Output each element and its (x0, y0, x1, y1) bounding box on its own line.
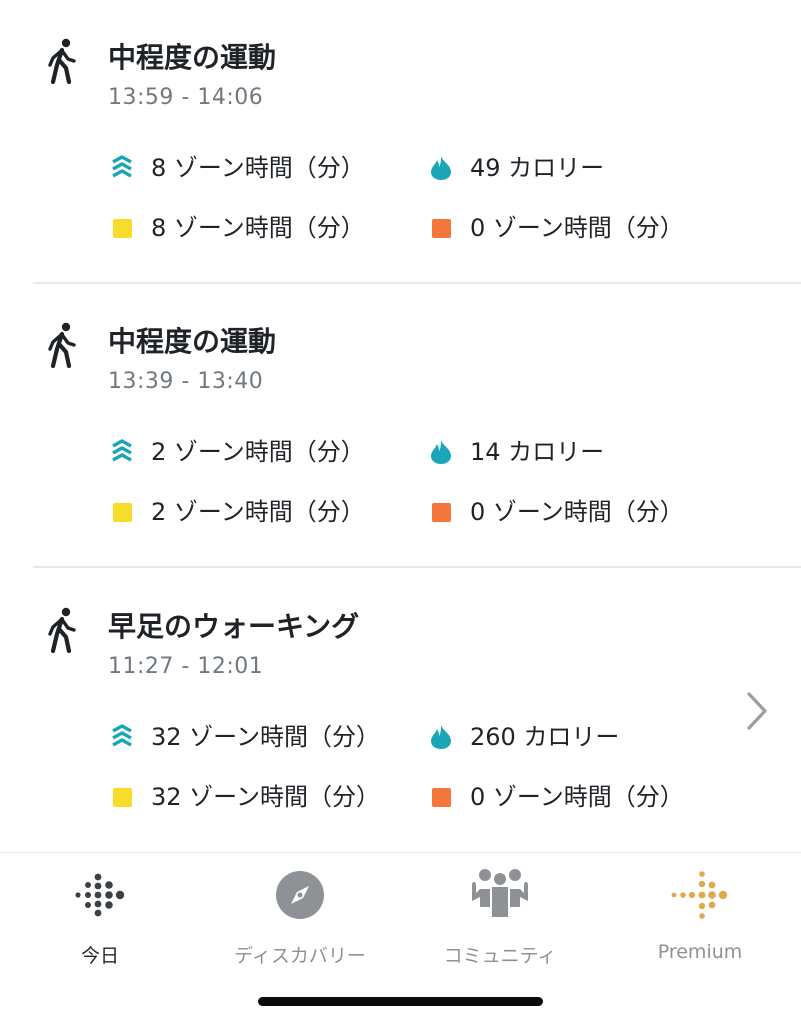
cardio-metric: 0 ゾーン時間（分） (430, 496, 684, 528)
tab-today[interactable]: 今日 (0, 867, 200, 967)
activity-title: 中程度の運動 (108, 325, 277, 358)
calories-value: 260 カロリー (470, 723, 620, 751)
cardio-value: 0 ゾーン時間（分） (470, 498, 684, 526)
flame-icon (431, 725, 451, 749)
walking-person-icon (48, 607, 76, 653)
cardio-metric: 0 ゾーン時間（分） (430, 781, 684, 813)
activity-time: 11:27 - 12:01 (108, 654, 264, 679)
cardio-value: 0 ゾーン時間（分） (470, 783, 684, 811)
orange-square-icon (431, 502, 451, 522)
walking-person-icon (48, 38, 76, 84)
tab-label: コミュニティ (443, 945, 557, 967)
activity-list-screen: 中程度の運動 13:59 - 14:06 8 ゾーン時間（分） 49 カロリー … (0, 0, 801, 1024)
compass-icon (276, 871, 324, 919)
orange-square-icon (431, 218, 451, 238)
zone-minutes-value: 8 ゾーン時間（分） (151, 154, 365, 182)
activity-time: 13:59 - 14:06 (108, 85, 264, 110)
flame-icon (431, 440, 451, 464)
zone-minutes-metric: 8 ゾーン時間（分） (111, 152, 365, 184)
cardio-metric: 0 ゾーン時間（分） (430, 212, 684, 244)
zone-chevrons-icon (112, 155, 132, 178)
yellow-square-icon (112, 502, 132, 522)
calories-metric: 260 カロリー (430, 721, 619, 753)
zone-minutes-value: 2 ゾーン時間（分） (151, 438, 365, 466)
divider (33, 282, 801, 284)
zone-minutes-metric: 32 ゾーン時間（分） (111, 721, 380, 753)
fat-burn-value: 32 ゾーン時間（分） (151, 783, 380, 811)
tab-community[interactable]: コミュニティ (400, 867, 600, 967)
activity-title: 中程度の運動 (108, 41, 277, 74)
yellow-square-icon (112, 218, 132, 238)
zone-chevrons-icon (112, 439, 132, 462)
zone-minutes-value: 32 ゾーン時間（分） (151, 723, 380, 751)
calories-metric: 14 カロリー (430, 436, 604, 468)
fitbit-logo-icon (75, 873, 125, 917)
tab-label: 今日 (80, 945, 119, 967)
tab-discovery[interactable]: ディスカバリー (200, 867, 400, 967)
walking-person-icon (48, 322, 76, 368)
fat-burn-metric: 32 ゾーン時間（分） (111, 781, 380, 813)
chevron-right-icon[interactable] (744, 690, 770, 732)
yellow-square-icon (112, 787, 132, 807)
premium-logo-icon (671, 871, 728, 919)
fat-burn-metric: 8 ゾーン時間（分） (111, 212, 365, 244)
fat-burn-metric: 2 ゾーン時間（分） (111, 496, 365, 528)
activity-time: 13:39 - 13:40 (108, 369, 264, 394)
tab-label: Premium (657, 941, 743, 963)
fat-burn-value: 8 ゾーン時間（分） (151, 214, 365, 242)
tab-premium[interactable]: Premium (600, 867, 800, 967)
flame-icon (431, 156, 451, 180)
calories-metric: 49 カロリー (430, 152, 604, 184)
zone-chevrons-icon (112, 724, 132, 747)
divider (33, 566, 801, 568)
tab-label: ディスカバリー (234, 945, 366, 967)
calories-value: 14 カロリー (470, 438, 605, 466)
calories-value: 49 カロリー (470, 154, 605, 182)
fat-burn-value: 2 ゾーン時間（分） (151, 498, 365, 526)
cardio-value: 0 ゾーン時間（分） (470, 214, 684, 242)
community-people-icon (472, 869, 528, 917)
activity-title: 早足のウォーキング (108, 610, 360, 643)
zone-minutes-metric: 2 ゾーン時間（分） (111, 436, 365, 468)
home-indicator[interactable] (258, 997, 543, 1006)
orange-square-icon (431, 787, 451, 807)
